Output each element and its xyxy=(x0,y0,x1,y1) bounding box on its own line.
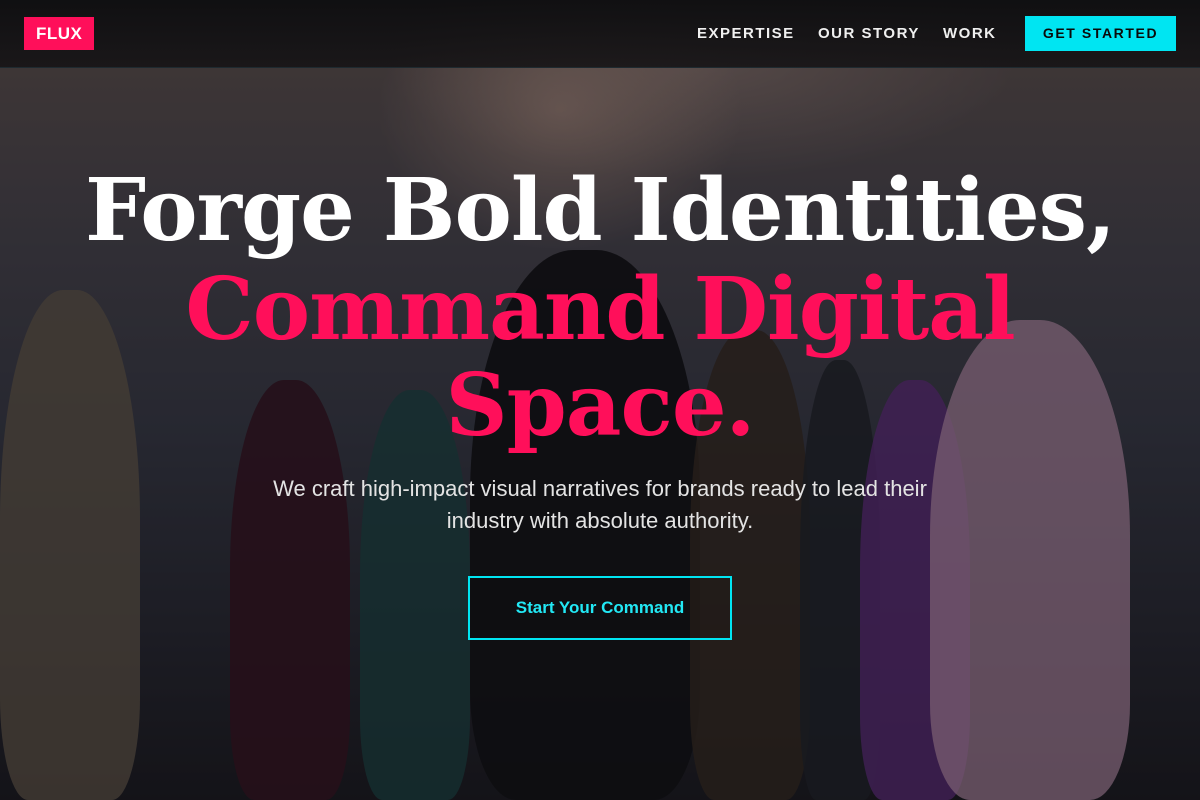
nav-link-our-story[interactable]: OUR STORY xyxy=(818,24,920,44)
hero-headline-line2: Command Digital xyxy=(185,259,1015,360)
flux-logo[interactable]: FLUX xyxy=(24,17,95,50)
hero-subtitle: We craft high-impact visual narratives f… xyxy=(273,476,927,533)
top-nav: FLUX EXPERTISE OUR STORY WORK GET STARTE… xyxy=(0,0,1200,68)
start-your-command-button[interactable]: Start Your Command xyxy=(468,576,732,640)
hero-headline-line3: Space. xyxy=(445,355,756,456)
get-started-button[interactable]: GET STARTED xyxy=(1025,16,1176,51)
nav-link-expertise[interactable]: EXPERTISE xyxy=(697,24,795,44)
hero-headline-line1: Forge Bold Identities, xyxy=(84,160,1116,261)
nav-link-work[interactable]: WORK xyxy=(943,24,997,44)
